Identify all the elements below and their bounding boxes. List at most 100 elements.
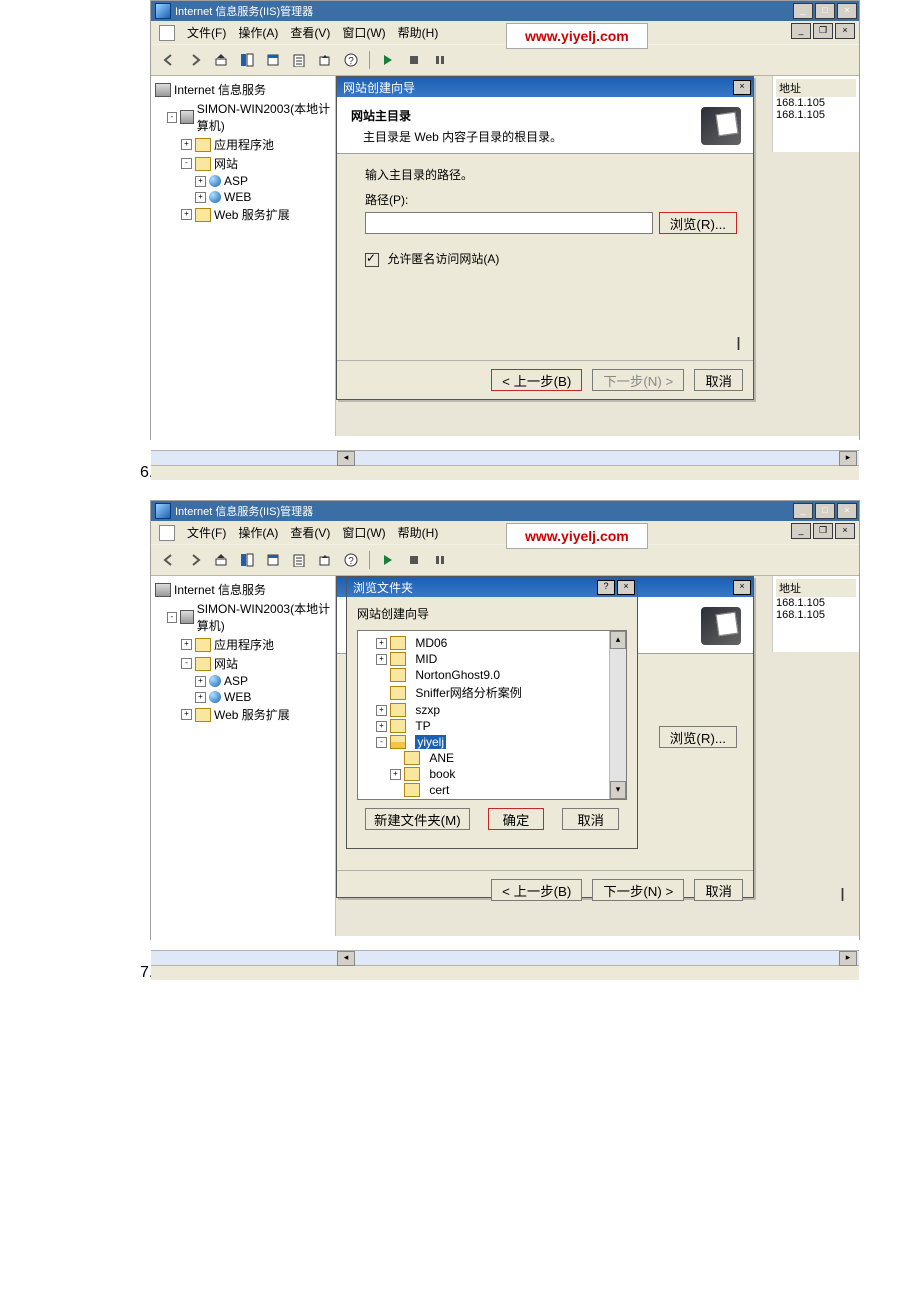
- mdi-min[interactable]: _: [791, 523, 811, 539]
- up-icon[interactable]: [209, 549, 233, 571]
- folder-item[interactable]: ANE: [364, 750, 620, 766]
- refresh-icon[interactable]: [287, 49, 311, 71]
- back-icon[interactable]: [157, 549, 181, 571]
- next-button[interactable]: 下一步(N) >: [592, 879, 684, 901]
- menu-file[interactable]: 文件(F): [187, 24, 226, 41]
- horizontal-scrollbar[interactable]: ◂ ▸: [151, 950, 859, 965]
- expand-icon[interactable]: +: [181, 709, 192, 720]
- close-icon[interactable]: ×: [617, 580, 635, 595]
- wizard-close-icon[interactable]: ×: [733, 80, 751, 95]
- tree-apppool[interactable]: +应用程序池: [155, 635, 335, 654]
- folder-item[interactable]: + book: [364, 766, 620, 782]
- show-tree-icon[interactable]: [235, 549, 259, 571]
- wizard-close-icon[interactable]: ×: [733, 580, 751, 595]
- up-icon[interactable]: [209, 49, 233, 71]
- expand-icon[interactable]: +: [181, 639, 192, 650]
- vertical-scrollbar[interactable]: ▴ ▾: [609, 631, 626, 799]
- tree-apppool[interactable]: +应用程序池: [155, 135, 335, 154]
- expand-icon[interactable]: +: [181, 139, 192, 150]
- minimize-button[interactable]: _: [793, 3, 813, 19]
- expand-icon[interactable]: +: [181, 209, 192, 220]
- pause-icon[interactable]: [428, 549, 452, 571]
- folder-item[interactable]: cert: [364, 782, 620, 798]
- scroll-down-icon[interactable]: ▾: [610, 781, 626, 799]
- tree-site-asp[interactable]: +ASP: [155, 173, 335, 189]
- tree-site-asp[interactable]: +ASP: [155, 673, 335, 689]
- help-icon[interactable]: ?: [339, 49, 363, 71]
- refresh-icon[interactable]: [287, 549, 311, 571]
- tree-computer[interactable]: -SIMON-WIN2003(本地计算机): [155, 99, 335, 135]
- menu-action[interactable]: 操作(A): [238, 524, 278, 541]
- expand-icon[interactable]: +: [195, 192, 206, 203]
- tree-sites[interactable]: -网站: [155, 154, 335, 173]
- menu-file[interactable]: 文件(F): [187, 524, 226, 541]
- close-button[interactable]: ×: [837, 3, 857, 19]
- export-icon[interactable]: [313, 549, 337, 571]
- browse-button[interactable]: 浏览(R)...: [659, 726, 737, 748]
- expand-icon[interactable]: -: [167, 112, 177, 123]
- stop-icon[interactable]: [402, 49, 426, 71]
- cancel-button[interactable]: 取消: [694, 369, 743, 391]
- scroll-right-icon[interactable]: ▸: [839, 951, 857, 966]
- export-icon[interactable]: [313, 49, 337, 71]
- folder-item[interactable]: + szxp: [364, 702, 620, 718]
- menu-help[interactable]: 帮助(H): [398, 24, 439, 41]
- expand-icon[interactable]: +: [195, 692, 206, 703]
- tree-sites[interactable]: -网站: [155, 654, 335, 673]
- forward-icon[interactable]: [183, 549, 207, 571]
- cancel-button[interactable]: 取消: [562, 808, 619, 830]
- minimize-button[interactable]: _: [793, 503, 813, 519]
- mdi-close[interactable]: ×: [835, 523, 855, 539]
- scroll-left-icon[interactable]: ◂: [337, 451, 355, 466]
- folder-item[interactable]: + MD06: [364, 635, 620, 651]
- menu-view[interactable]: 查看(V): [290, 524, 330, 541]
- play-icon[interactable]: [376, 49, 400, 71]
- back-button[interactable]: < 上一步(B): [491, 879, 582, 901]
- tree-site-web[interactable]: +WEB: [155, 189, 335, 205]
- scroll-right-icon[interactable]: ▸: [839, 451, 857, 466]
- help-icon[interactable]: ?: [339, 549, 363, 571]
- menu-window[interactable]: 窗口(W): [342, 524, 385, 541]
- mdi-min[interactable]: _: [791, 23, 811, 39]
- expand-icon[interactable]: -: [167, 612, 177, 623]
- tree-root[interactable]: Internet 信息服务: [155, 80, 335, 99]
- menu-view[interactable]: 查看(V): [290, 24, 330, 41]
- anon-row[interactable]: 允许匿名访问网站(A): [365, 250, 737, 267]
- new-folder-button[interactable]: 新建文件夹(M): [365, 808, 470, 830]
- folder-item[interactable]: + MID: [364, 651, 620, 667]
- stop-icon[interactable]: [402, 549, 426, 571]
- horizontal-scrollbar[interactable]: ◂ ▸: [151, 450, 859, 465]
- tree-extensions[interactable]: +Web 服务扩展: [155, 705, 335, 724]
- scroll-up-icon[interactable]: ▴: [610, 631, 626, 649]
- tree-extensions[interactable]: +Web 服务扩展: [155, 205, 335, 224]
- tree-site-web[interactable]: +WEB: [155, 689, 335, 705]
- folder-tree[interactable]: + MD06 + MID NortonGhost9.0 Sniffer网络分析案…: [357, 630, 627, 800]
- expand-icon[interactable]: -: [181, 658, 192, 669]
- mdi-close[interactable]: ×: [835, 23, 855, 39]
- tree-computer[interactable]: -SIMON-WIN2003(本地计算机): [155, 599, 335, 635]
- maximize-button[interactable]: □: [815, 3, 835, 19]
- expand-icon[interactable]: -: [181, 158, 192, 169]
- menu-help[interactable]: 帮助(H): [398, 524, 439, 541]
- tree-root[interactable]: Internet 信息服务: [155, 580, 335, 599]
- show-tree-icon[interactable]: [235, 49, 259, 71]
- pause-icon[interactable]: [428, 49, 452, 71]
- forward-icon[interactable]: [183, 49, 207, 71]
- menu-action[interactable]: 操作(A): [238, 24, 278, 41]
- back-icon[interactable]: [157, 49, 181, 71]
- anon-checkbox[interactable]: [365, 253, 379, 267]
- mdi-restore[interactable]: ❐: [813, 523, 833, 539]
- mdi-restore[interactable]: ❐: [813, 23, 833, 39]
- expand-icon[interactable]: +: [195, 676, 206, 687]
- ok-button[interactable]: 确定: [488, 808, 545, 830]
- folder-item-selected[interactable]: - yiyelj: [364, 734, 620, 750]
- play-icon[interactable]: [376, 549, 400, 571]
- back-button[interactable]: < 上一步(B): [491, 369, 582, 391]
- help-icon[interactable]: ?: [597, 580, 615, 595]
- new-window-icon[interactable]: [261, 49, 285, 71]
- folder-item[interactable]: + TP: [364, 718, 620, 734]
- expand-icon[interactable]: +: [195, 176, 206, 187]
- folder-item[interactable]: NortonGhost9.0: [364, 667, 620, 683]
- path-input[interactable]: [365, 212, 653, 234]
- browse-button[interactable]: 浏览(R)...: [659, 212, 737, 234]
